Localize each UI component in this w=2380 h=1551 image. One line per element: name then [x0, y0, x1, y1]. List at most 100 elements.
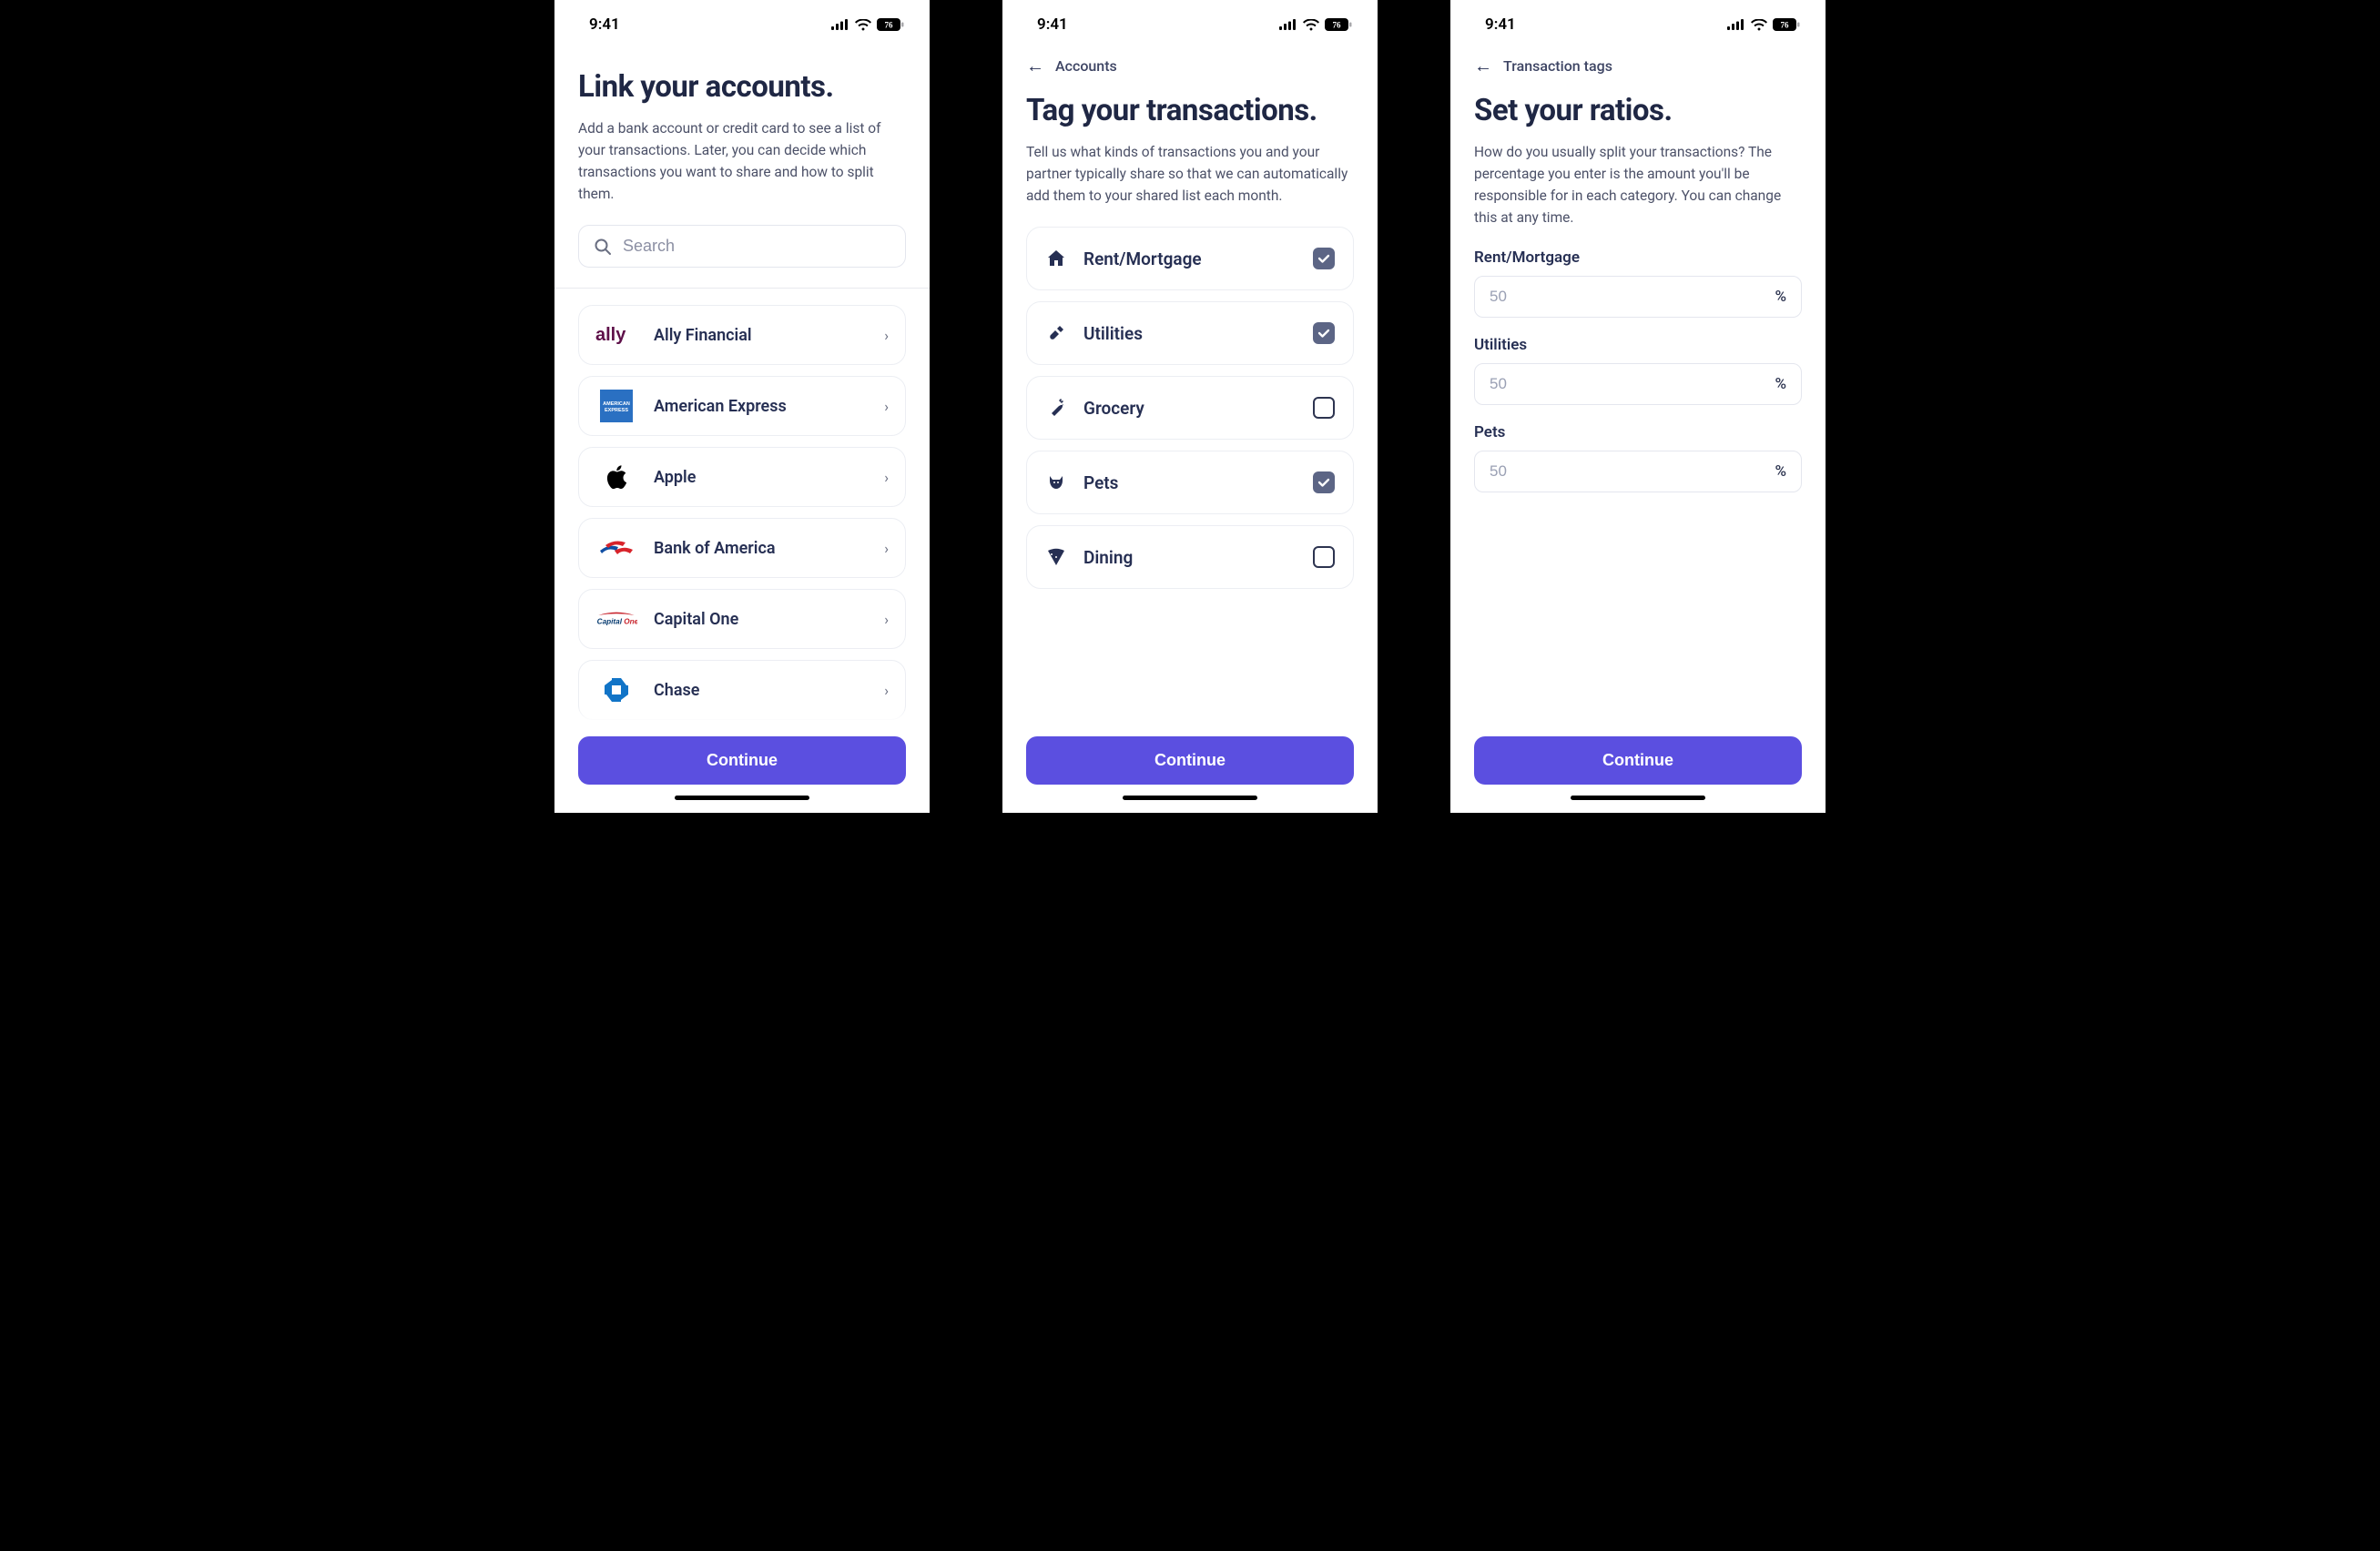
percent-symbol: % [1775, 462, 1786, 481]
search-input[interactable] [623, 237, 890, 256]
search-box[interactable] [578, 225, 906, 268]
svg-text:76: 76 [1781, 21, 1790, 30]
checkbox-unchecked-icon[interactable] [1313, 546, 1335, 568]
chevron-right-icon: › [884, 469, 889, 486]
apple-logo-icon [595, 462, 637, 492]
tag-item-utilities[interactable]: Utilities [1026, 301, 1354, 365]
chevron-right-icon: › [884, 327, 889, 344]
status-time: 9:41 [1037, 15, 1068, 34]
footer: Continue [1002, 722, 1378, 813]
page-subtitle: Tell us what kinds of transactions you a… [1026, 141, 1354, 207]
bank-name: Bank of America [654, 539, 868, 558]
ratio-group-pets: Pets % [1474, 423, 1802, 492]
tag-name: Pets [1083, 472, 1297, 493]
back-arrow-icon: ← [1026, 56, 1044, 75]
status-indicators: 76 [1279, 18, 1352, 31]
checkbox-checked-icon[interactable] [1313, 471, 1335, 493]
ratio-label: Pets [1474, 423, 1802, 441]
ratio-group-rent: Rent/Mortgage % [1474, 248, 1802, 318]
tag-name: Utilities [1083, 323, 1297, 344]
home-indicator[interactable] [1123, 796, 1257, 800]
battery-icon: 76 [1773, 18, 1800, 31]
bank-item-capitalone[interactable]: CapitalOne Capital One › [578, 589, 906, 649]
amex-logo-icon: AMERICANEXPRESS [595, 391, 637, 421]
bank-item-bofa[interactable]: Bank of America › [578, 518, 906, 578]
chevron-right-icon: › [884, 540, 889, 557]
search-icon [594, 238, 612, 256]
svg-text:76: 76 [1333, 21, 1342, 30]
ratio-input[interactable] [1490, 288, 1775, 306]
ratio-label: Rent/Mortgage [1474, 248, 1802, 267]
percent-symbol: % [1775, 375, 1786, 393]
page-title: Set your ratios. [1474, 93, 1802, 128]
checkbox-checked-icon[interactable] [1313, 322, 1335, 344]
tag-name: Dining [1083, 547, 1297, 568]
checkbox-checked-icon[interactable] [1313, 248, 1335, 269]
ratio-input-wrap[interactable]: % [1474, 276, 1802, 318]
wifi-icon [855, 19, 871, 31]
continue-button[interactable]: Continue [578, 736, 906, 785]
svg-text:76: 76 [885, 21, 894, 30]
nav-back[interactable]: ← Accounts [1002, 49, 1378, 86]
ally-logo-icon: ally [595, 320, 637, 350]
cellular-icon [1279, 19, 1297, 30]
chevron-right-icon: › [884, 398, 889, 415]
screen-set-ratios: 9:41 76 ← Transaction tags Set your rati… [1450, 0, 1826, 813]
tag-item-pets[interactable]: Pets [1026, 451, 1354, 514]
battery-icon: 76 [1325, 18, 1352, 31]
cellular-icon [831, 19, 849, 30]
tag-item-rent[interactable]: Rent/Mortgage [1026, 227, 1354, 290]
bank-item-amex[interactable]: AMERICANEXPRESS American Express › [578, 376, 906, 436]
bank-name: Apple [654, 468, 868, 487]
status-time: 9:41 [1485, 15, 1516, 34]
carrot-icon [1045, 397, 1067, 419]
tag-name: Rent/Mortgage [1083, 248, 1297, 269]
bank-name: Ally Financial [654, 326, 868, 345]
tag-name: Grocery [1083, 398, 1297, 419]
chevron-right-icon: › [884, 611, 889, 628]
status-bar: 9:41 76 [554, 0, 930, 49]
nav-back[interactable]: ← Transaction tags [1450, 49, 1826, 86]
bank-name: American Express [654, 397, 868, 416]
home-indicator[interactable] [675, 796, 809, 800]
bank-name: Chase [654, 681, 868, 700]
tag-item-dining[interactable]: Dining [1026, 525, 1354, 589]
cellular-icon [1727, 19, 1745, 30]
chevron-right-icon: › [884, 682, 889, 699]
capitalone-logo-icon: CapitalOne [595, 604, 637, 634]
bank-list: ally Ally Financial › AMERICANEXPRESS Am… [578, 305, 906, 720]
status-bar: 9:41 76 [1450, 0, 1826, 49]
tag-item-grocery[interactable]: Grocery [1026, 376, 1354, 440]
home-indicator[interactable] [1571, 796, 1705, 800]
wifi-icon [1751, 19, 1767, 31]
page-title: Tag your transactions. [1026, 93, 1354, 128]
continue-button[interactable]: Continue [1474, 736, 1802, 785]
screen-link-accounts: 9:41 76 Link your accounts. Add a bank a… [554, 0, 930, 813]
status-time: 9:41 [589, 15, 620, 34]
ratio-input-wrap[interactable]: % [1474, 363, 1802, 405]
status-indicators: 76 [1727, 18, 1800, 31]
status-indicators: 76 [831, 18, 904, 31]
nav-back-label: Transaction tags [1503, 57, 1612, 75]
bank-item-apple[interactable]: Apple › [578, 447, 906, 507]
continue-button[interactable]: Continue [1026, 736, 1354, 785]
svg-text:One: One [624, 618, 637, 626]
ratio-group-utilities: Utilities % [1474, 336, 1802, 405]
battery-icon: 76 [877, 18, 904, 31]
pizza-icon [1045, 546, 1067, 568]
checkbox-unchecked-icon[interactable] [1313, 397, 1335, 419]
nav-back-label: Accounts [1055, 57, 1117, 75]
svg-text:AMERICAN: AMERICAN [603, 401, 630, 407]
page-title: Link your accounts. [578, 69, 906, 105]
percent-symbol: % [1775, 288, 1786, 306]
pet-icon [1045, 471, 1067, 493]
back-arrow-icon: ← [1474, 56, 1492, 75]
bank-item-ally[interactable]: ally Ally Financial › [578, 305, 906, 365]
ratio-input[interactable] [1490, 375, 1775, 393]
ratio-input[interactable] [1490, 462, 1775, 481]
svg-text:EXPRESS: EXPRESS [605, 408, 628, 413]
status-bar: 9:41 76 [1002, 0, 1378, 49]
bofa-logo-icon [595, 533, 637, 563]
ratio-input-wrap[interactable]: % [1474, 451, 1802, 492]
footer: Continue [1450, 722, 1826, 813]
